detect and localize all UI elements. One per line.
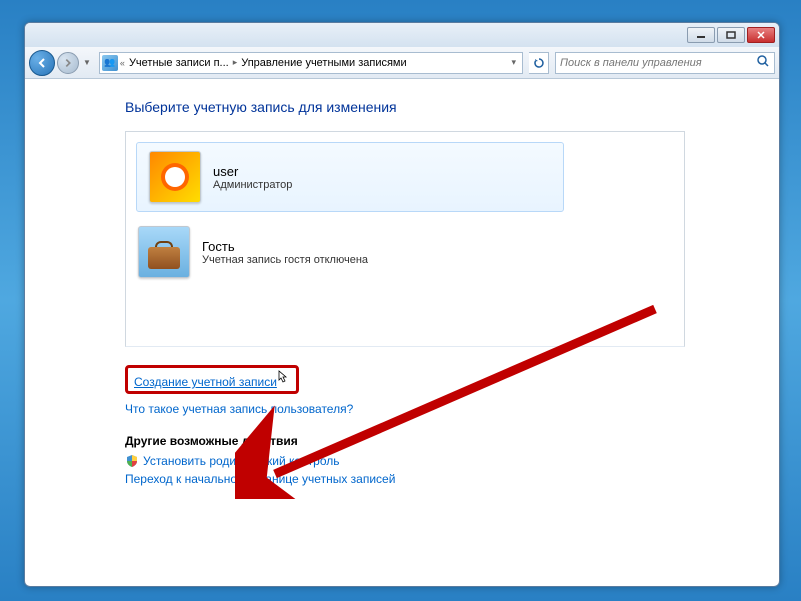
search-input[interactable] [560,57,756,69]
create-account-link[interactable]: Создание учетной записи [134,375,277,389]
account-name: Гость [202,239,368,254]
account-name: user [213,164,292,179]
back-button[interactable] [29,50,55,76]
breadcrumb-segment-2[interactable]: Управление учетными записями [237,57,410,69]
breadcrumb-segment-1[interactable]: Учетные записи п... [125,57,233,69]
other-actions-heading: Другие возможные действия [125,434,779,448]
avatar-user [149,151,201,203]
navbar: ▼ 👥 « Учетные записи п... ▸ Управление у… [25,47,779,79]
go-home-link[interactable]: Переход к начальной странице учетных зап… [125,472,395,486]
minimize-button[interactable] [687,27,715,43]
accounts-list: user Администратор Гость Учетная запись … [125,131,685,347]
avatar-guest [138,226,190,278]
refresh-button[interactable] [529,52,549,74]
maximize-button[interactable] [717,27,745,43]
account-item-guest[interactable]: Гость Учетная запись гостя отключена [126,218,684,286]
search-box[interactable] [555,52,775,74]
account-role: Администратор [213,179,292,191]
search-icon[interactable] [756,54,770,71]
content-area: Выберите учетную запись для изменения us… [25,79,779,586]
page-title: Выберите учетную запись для изменения [125,99,779,115]
cursor-icon [276,373,290,389]
users-icon: 👥 [102,55,118,71]
close-button[interactable] [747,27,775,43]
breadcrumb-dropdown-icon[interactable]: ▾ [507,57,520,68]
account-role: Учетная запись гостя отключена [202,254,368,266]
parental-control-link[interactable]: Установить родительский контроль [143,454,340,468]
what-is-account-link[interactable]: Что такое учетная запись пользователя? [125,402,353,416]
window: ▼ 👥 « Учетные записи п... ▸ Управление у… [24,22,780,587]
account-item-user[interactable]: user Администратор [136,142,564,212]
annotation-highlight: Создание учетной записи [125,365,299,394]
shield-icon [125,454,139,468]
history-dropdown-icon[interactable]: ▼ [81,58,93,67]
titlebar [25,23,779,47]
breadcrumb[interactable]: 👥 « Учетные записи п... ▸ Управление уче… [99,52,523,74]
forward-button[interactable] [57,52,79,74]
